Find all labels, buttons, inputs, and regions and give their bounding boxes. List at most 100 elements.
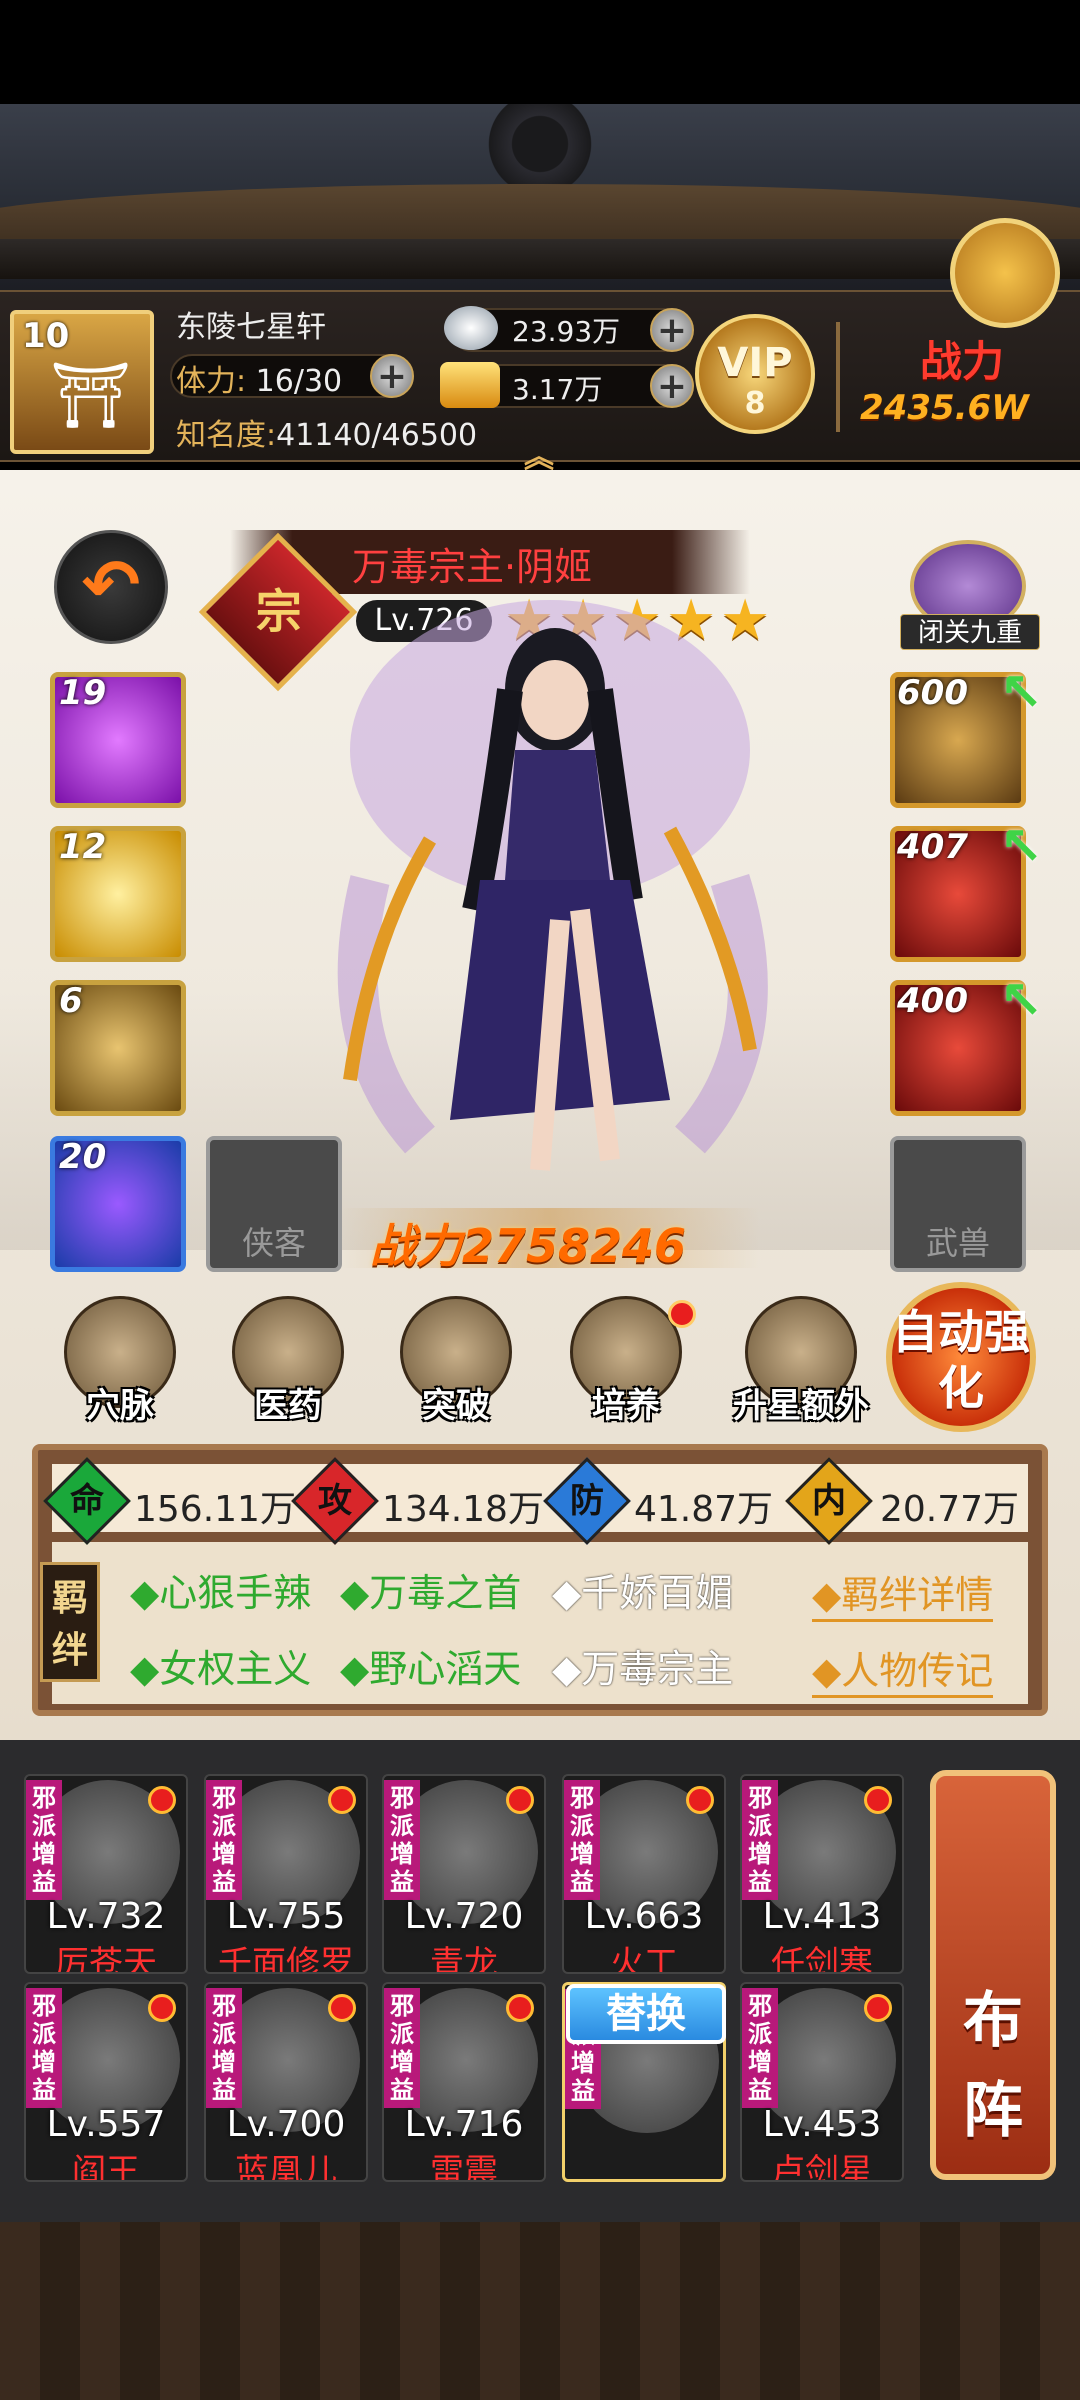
team-member-card[interactable]: 邪派增益 Lv.755 千面修罗: [204, 1774, 368, 1974]
team-buff-tag: 邪派增益: [384, 1780, 420, 1900]
notification-dot: [864, 1786, 892, 1814]
mascot-avatar[interactable]: [950, 218, 1060, 328]
member-level: Lv.720: [404, 1896, 524, 1937]
notification-dot: [686, 1786, 714, 1814]
team-buff-tag: 邪派增益: [26, 1988, 62, 2108]
sect-level: 10: [22, 316, 70, 356]
vip-level: 8: [744, 386, 766, 421]
back-button[interactable]: ↶: [54, 530, 168, 644]
bond-item: ◆万毒宗主: [552, 1647, 734, 1691]
notification-dot: [328, 1786, 356, 1814]
guild-name: 东陵七星轩: [176, 310, 326, 345]
skill-slot-4[interactable]: 20: [50, 1136, 186, 1272]
xiake-slot[interactable]: 侠客: [206, 1136, 342, 1272]
silver-add-button[interactable]: +: [650, 308, 694, 352]
member-name: 阎王: [72, 2152, 140, 2182]
temple-banner: [0, 104, 1080, 300]
action-shengxing[interactable]: 升星额外: [726, 1296, 876, 1427]
member-name: 千面修罗: [218, 1944, 354, 1974]
equip-slot-armor[interactable]: 407 ↖: [890, 817, 1043, 962]
bond-item: ◆万毒之首: [340, 1571, 522, 1615]
team-member-card[interactable]: 邪派增益 Lv.720 青龙: [382, 1774, 546, 1974]
member-name: 雷震: [430, 2152, 498, 2182]
skill-slot-2[interactable]: 12: [50, 826, 186, 962]
team-member-card[interactable]: 邪派增益 Lv.663 火工: [562, 1774, 726, 1974]
team-buff-tag: 邪派增益: [26, 1780, 62, 1900]
team-buff-tag: 邪派增益: [206, 1780, 242, 1900]
formation-button[interactable]: 布阵: [930, 1770, 1056, 2180]
bond-item: ◆野心滔天: [340, 1647, 522, 1691]
player-header: 10 ⛩ 东陵七星轩 体力: 16/30 + 知名度:41140/46500 2…: [0, 290, 1080, 475]
gold-ingot-icon: [440, 362, 500, 408]
biography-link[interactable]: ◆人物传记: [812, 1640, 994, 1698]
stat-attack-value: 134.18万: [382, 1489, 544, 1530]
team-member-card[interactable]: 邪派增益 Lv.453 卢剑星: [740, 1982, 904, 2182]
stat-life-value: 156.11万: [134, 1489, 296, 1530]
auto-enhance-button[interactable]: 自动强化: [886, 1282, 1036, 1432]
wushou-slot[interactable]: 武兽: [890, 1136, 1026, 1272]
equip-slot-book[interactable]: 400 ↖: [890, 971, 1043, 1116]
equip-slot-weapon[interactable]: 600 ↖: [890, 663, 1043, 808]
action-label: 突破: [422, 1386, 490, 1426]
upgrade-arrow-icon: ↖: [999, 817, 1043, 877]
member-name: 卢剑星: [771, 2152, 873, 2182]
member-level: Lv.700: [226, 2104, 346, 2145]
bond-item: ◆千娇百媚: [552, 1571, 734, 1615]
stat-defense-value: 41.87万: [634, 1489, 774, 1530]
hero-portrait[interactable]: [310, 580, 790, 1200]
notification-dot: [506, 1994, 534, 2022]
bond-item: ◆心狠手辣: [130, 1571, 312, 1615]
notification-dot: [148, 1994, 176, 2022]
member-name: 任剑寒: [771, 1944, 873, 1974]
wushou-label: 武兽: [925, 1224, 990, 1262]
notification-dot: [864, 1994, 892, 2022]
xiake-label: 侠客: [241, 1224, 306, 1262]
team-buff-tag: 邪派增益: [206, 1988, 242, 2108]
skill-slot-1[interactable]: 19: [50, 672, 186, 808]
action-label: 培养: [592, 1386, 660, 1426]
bond-label: 羁绊: [40, 1562, 100, 1682]
swap-button[interactable]: 替换: [566, 1984, 726, 2044]
team-member-card[interactable]: 邪派增益 Lv.557 阎王: [24, 1982, 188, 2182]
silver-ingot-icon: [444, 306, 498, 350]
fame-value: 41140/46500: [276, 418, 478, 453]
bond-item: ◆女权主义: [130, 1647, 312, 1691]
sect-level-badge[interactable]: 10 ⛩: [10, 310, 154, 454]
team-member-card[interactable]: 邪派增益 Lv.732 厉苍天: [24, 1774, 188, 1974]
fame-label: 知名度:: [176, 418, 277, 453]
skill-level: 12: [59, 827, 107, 867]
vip-badge[interactable]: VIP 8: [695, 314, 815, 434]
team-buff-tag: 邪派增益: [384, 1988, 420, 2108]
action-label: 医药: [254, 1386, 322, 1426]
notification-dot: [506, 1786, 534, 1814]
skill-level: 6: [59, 981, 83, 1021]
member-name: 青龙: [430, 1944, 498, 1974]
action-tupo[interactable]: 突破: [386, 1296, 526, 1427]
vip-label: VIP: [717, 340, 793, 386]
member-name: 厉苍天: [55, 1944, 157, 1974]
team-member-card[interactable]: 邪派增益 Lv.716 雷震: [382, 1982, 546, 2182]
retreat-label: 闭关九重: [900, 614, 1040, 650]
team-member-card[interactable]: 邪派增益 Lv.700 蓝凰儿: [204, 1982, 368, 2182]
equip-level: 600: [897, 673, 968, 713]
stamina-add-button[interactable]: +: [370, 354, 414, 398]
stamina-value: 16/30: [255, 364, 343, 399]
action-yiyao[interactable]: 医药: [218, 1296, 358, 1427]
action-xuemai[interactable]: 穴脉: [50, 1296, 190, 1427]
equip-level: 400: [897, 981, 968, 1021]
total-power-value: 2435.6W: [860, 388, 1029, 428]
member-level: Lv.557: [46, 2104, 166, 2145]
gold-add-button[interactable]: +: [650, 364, 694, 408]
team-buff-tag: 邪派增益: [742, 1988, 778, 2108]
member-level: Lv.755: [226, 1896, 346, 1937]
member-level: Lv.453: [762, 2104, 882, 2145]
stat-inner-value: 20.77万: [880, 1489, 1020, 1530]
notification-dot: [328, 1994, 356, 2022]
skill-slot-3[interactable]: 6: [50, 980, 186, 1116]
team-member-card[interactable]: 邪派增益 Lv.413 任剑寒: [740, 1774, 904, 1974]
bond-details-link[interactable]: ◆羁绊详情: [812, 1564, 994, 1622]
stamina-label: 体力:: [176, 364, 247, 399]
silver-value: 23.93万: [512, 315, 621, 348]
header-divider: [836, 322, 840, 432]
gold-value: 3.17万: [512, 373, 603, 406]
